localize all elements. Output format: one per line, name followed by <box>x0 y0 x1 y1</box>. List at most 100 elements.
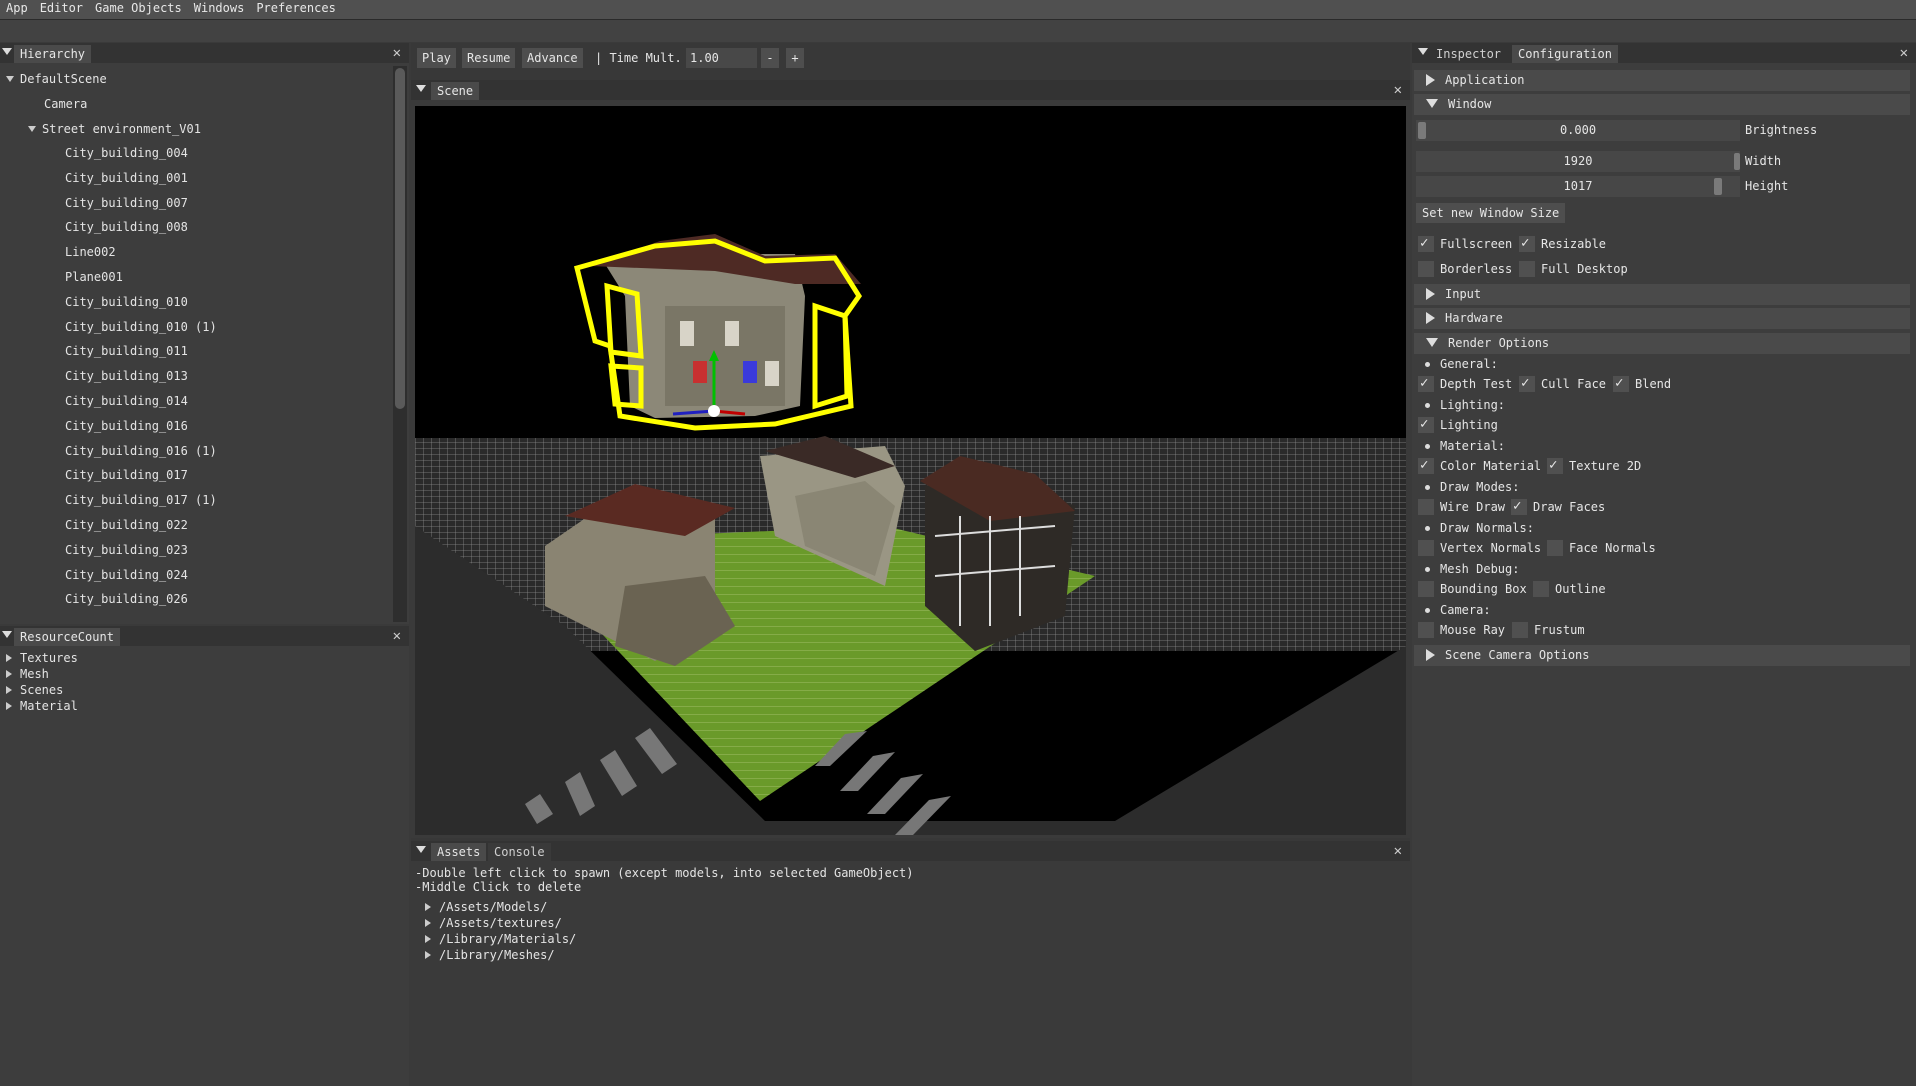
tree-item[interactable]: City_building_023 <box>65 541 188 559</box>
tree-item[interactable]: Line002 <box>65 243 116 261</box>
expand-icon[interactable] <box>6 654 12 662</box>
time-mult-field[interactable]: 1.00 <box>686 48 757 68</box>
vertex-normals-checkbox[interactable] <box>1418 540 1434 556</box>
tree-item[interactable]: City_building_004 <box>65 144 188 162</box>
folder-textures[interactable]: /Assets/textures/ <box>425 915 562 931</box>
resource-scenes[interactable]: Scenes <box>6 682 63 698</box>
collapse-icon[interactable] <box>1418 48 1428 55</box>
expand-icon[interactable] <box>6 670 12 678</box>
tree-item[interactable]: City_building_010 (1) <box>65 318 217 336</box>
tree-item[interactable]: City_building_017 (1) <box>65 491 217 509</box>
blend-checkbox[interactable]: ✓ <box>1613 375 1629 392</box>
height-slider[interactable]: 1017 <box>1416 176 1740 197</box>
tab-assets[interactable]: Assets <box>431 843 487 861</box>
hierarchy-scrollbar[interactable] <box>393 66 407 622</box>
tree-item[interactable]: City_building_010 <box>65 293 188 311</box>
tree-item[interactable]: City_building_013 <box>65 367 188 385</box>
texture-2d-checkbox[interactable]: ✓ <box>1547 457 1563 474</box>
header-application[interactable]: Application <box>1414 70 1910 91</box>
tree-item[interactable]: City_building_014 <box>65 392 188 410</box>
tab-configuration[interactable]: Configuration <box>1512 45 1618 63</box>
tree-item-camera[interactable]: Camera <box>44 95 87 113</box>
expand-icon[interactable] <box>1426 312 1435 324</box>
expand-icon[interactable] <box>1426 74 1435 86</box>
tree-item[interactable]: City_building_011 <box>65 342 188 360</box>
tree-group[interactable]: Street environment_V01 <box>28 120 201 138</box>
collapse-icon[interactable] <box>416 85 426 92</box>
width-slider[interactable]: 1920 <box>1416 151 1740 172</box>
collapse-icon[interactable] <box>416 846 426 853</box>
lighting-checkbox[interactable]: ✓ <box>1418 416 1434 433</box>
scrollbar-thumb[interactable] <box>395 68 405 409</box>
menu-game-objects[interactable]: Game Objects <box>89 0 188 17</box>
resume-button[interactable]: Resume <box>462 48 516 68</box>
tree-root[interactable]: DefaultScene <box>6 70 107 88</box>
resource-mesh[interactable]: Mesh <box>6 666 49 682</box>
resizable-checkbox[interactable]: ✓ <box>1519 235 1535 252</box>
gizmo-center[interactable] <box>708 405 720 417</box>
expand-icon[interactable] <box>28 126 36 132</box>
tree-item[interactable]: City_building_008 <box>65 218 188 236</box>
folder-meshes[interactable]: /Library/Meshes/ <box>425 947 555 963</box>
collapse-arrow-icon[interactable] <box>1426 338 1438 347</box>
tree-item[interactable]: City_building_001 <box>65 169 188 187</box>
wire-draw-checkbox[interactable] <box>1418 499 1434 515</box>
tab-scene[interactable]: Scene <box>431 82 480 100</box>
draw-faces-checkbox[interactable]: ✓ <box>1511 498 1527 515</box>
resource-textures[interactable]: Textures <box>6 650 78 666</box>
header-input[interactable]: Input <box>1414 284 1910 305</box>
tree-item[interactable]: City_building_026 <box>65 590 188 608</box>
expand-icon[interactable] <box>425 951 431 959</box>
fullscreen-checkbox[interactable]: ✓ <box>1418 235 1434 252</box>
depth-test-checkbox[interactable]: ✓ <box>1418 375 1434 392</box>
advance-button[interactable]: Advance <box>522 48 583 68</box>
tab-hierarchy[interactable]: Hierarchy <box>14 45 92 63</box>
tree-item[interactable]: City_building_007 <box>65 194 188 212</box>
tab-resourcecount[interactable]: ResourceCount <box>14 628 120 646</box>
expand-icon[interactable] <box>6 702 12 710</box>
folder-materials[interactable]: /Library/Materials/ <box>425 931 576 947</box>
bounding-box-checkbox[interactable] <box>1418 581 1434 597</box>
expand-icon[interactable] <box>425 919 431 927</box>
expand-icon[interactable] <box>425 903 431 911</box>
close-icon[interactable]: ✕ <box>1394 81 1402 99</box>
menu-preferences[interactable]: Preferences <box>250 0 341 17</box>
expand-icon[interactable] <box>6 686 12 694</box>
header-render-options[interactable]: Render Options <box>1414 333 1910 354</box>
collapse-icon[interactable] <box>2 48 12 55</box>
tree-item[interactable]: City_building_024 <box>65 566 188 584</box>
tree-item[interactable]: City_building_016 (1) <box>65 442 217 460</box>
brightness-slider[interactable]: 0.000 <box>1416 120 1740 141</box>
tab-inspector[interactable]: Inspector <box>1430 45 1508 63</box>
close-icon[interactable]: ✕ <box>393 44 401 62</box>
decrement-button[interactable]: - <box>761 48 779 68</box>
set-window-size-button[interactable]: Set new Window Size <box>1416 203 1566 223</box>
collapse-arrow-icon[interactable] <box>1426 99 1438 108</box>
scene-viewport[interactable] <box>415 106 1406 835</box>
expand-icon[interactable] <box>425 935 431 943</box>
borderless-checkbox[interactable] <box>1418 261 1434 277</box>
color-material-checkbox[interactable]: ✓ <box>1418 457 1434 474</box>
menu-app[interactable]: App <box>0 0 34 17</box>
outline-checkbox[interactable] <box>1533 581 1549 597</box>
expand-icon[interactable] <box>1426 649 1435 661</box>
tree-item[interactable]: City_building_022 <box>65 516 188 534</box>
face-normals-checkbox[interactable] <box>1547 540 1563 556</box>
expand-icon[interactable] <box>1426 288 1435 300</box>
close-icon[interactable]: ✕ <box>393 627 401 645</box>
tree-item[interactable]: Plane001 <box>65 268 123 286</box>
mouse-ray-checkbox[interactable] <box>1418 622 1434 638</box>
close-icon[interactable]: ✕ <box>1900 44 1908 62</box>
menu-windows[interactable]: Windows <box>188 0 251 17</box>
increment-button[interactable]: + <box>786 48 804 68</box>
resource-material[interactable]: Material <box>6 698 78 714</box>
tree-item[interactable]: City_building_016 <box>65 417 188 435</box>
collapse-icon[interactable] <box>2 631 12 638</box>
cull-face-checkbox[interactable]: ✓ <box>1519 375 1535 392</box>
expand-icon[interactable] <box>6 76 14 82</box>
play-button[interactable]: Play <box>417 48 456 68</box>
menu-editor[interactable]: Editor <box>34 0 89 17</box>
tab-console[interactable]: Console <box>488 843 551 861</box>
tree-item[interactable]: City_building_017 <box>65 466 188 484</box>
frustum-checkbox[interactable] <box>1512 622 1528 638</box>
